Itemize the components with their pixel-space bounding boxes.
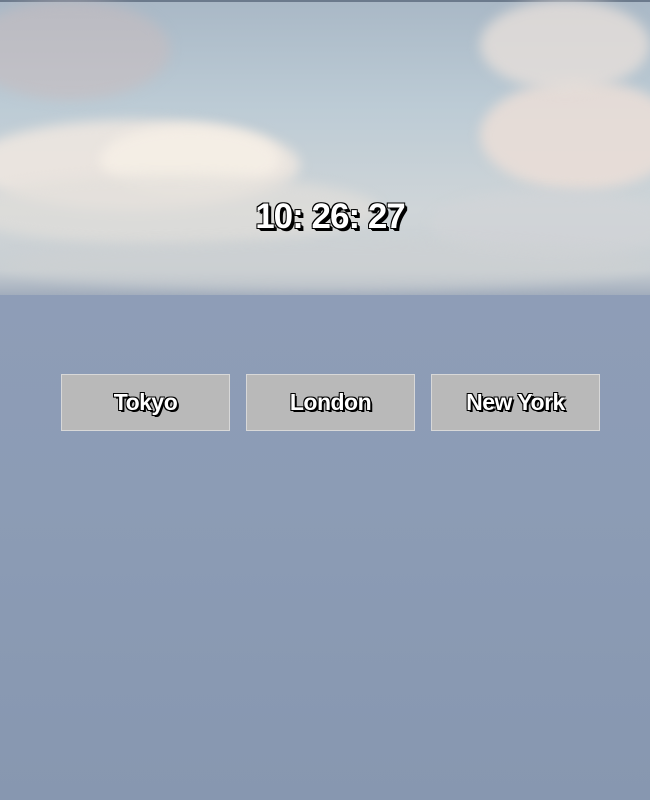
new-york-button[interactable]: New York — [431, 374, 600, 431]
tokyo-button[interactable]: Tokyo — [61, 374, 230, 431]
cloud — [0, 0, 170, 100]
clock-display: 10: 26: 27 — [255, 197, 406, 236]
london-button[interactable]: London — [246, 374, 415, 431]
sky-background — [0, 0, 650, 300]
ground-background — [0, 295, 650, 800]
cloud — [480, 80, 650, 190]
cloud — [480, 0, 650, 90]
cloud — [0, 240, 650, 290]
